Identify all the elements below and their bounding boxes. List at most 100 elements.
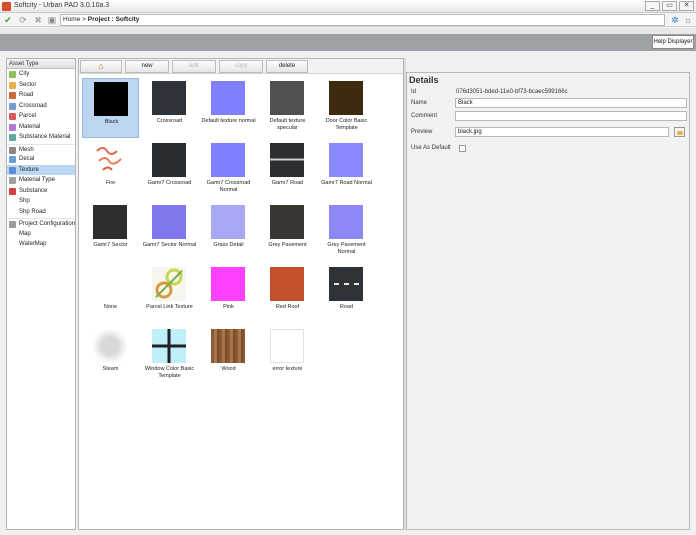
texture-label: Wood: [221, 366, 236, 372]
settings-icon[interactable]: ✲: [670, 15, 680, 25]
sidebar-item-decal[interactable]: Decal: [7, 154, 75, 165]
texture-label: Black: [104, 119, 119, 125]
texture-tile[interactable]: error texture: [259, 326, 316, 386]
breadcrumb: Home > Project : Softcity: [60, 14, 665, 26]
texture-thumbnail: [152, 205, 186, 239]
sidebar-item-parcel[interactable]: Parcel: [7, 111, 75, 122]
copy-button[interactable]: copy: [219, 60, 263, 73]
decal-icon: [9, 156, 16, 163]
sidebar-item-crossroad[interactable]: Crossroad: [7, 101, 75, 112]
sidebar-item-material[interactable]: Material: [7, 122, 75, 133]
texture-tile[interactable]: Gamr7 Sector: [82, 202, 139, 262]
crossroad-icon: [9, 102, 16, 110]
use-as-default-checkbox[interactable]: [459, 145, 466, 152]
texture-thumbnail: [211, 143, 245, 177]
sidebar-item-mesh[interactable]: Mesh: [7, 143, 75, 155]
texture-thumbnail: [211, 267, 245, 301]
sidebar-item-city[interactable]: City: [7, 69, 75, 80]
texture-label: Crossroad: [156, 118, 183, 124]
texture-tile[interactable]: Gamr7 Crossroad: [141, 140, 198, 200]
sidebar-item-shp[interactable]: Shp: [7, 196, 75, 207]
texture-tile[interactable]: Parcel Link Texture: [141, 264, 198, 324]
breadcrumb-home[interactable]: Home: [63, 16, 80, 23]
texture-tile[interactable]: Window Color Basic Template: [141, 326, 198, 386]
refresh-icon[interactable]: ⟳: [18, 15, 28, 25]
new-button[interactable]: new: [125, 60, 169, 73]
home-button[interactable]: ⌂: [80, 60, 122, 73]
texture-label: Grey Pavement: [268, 242, 307, 248]
close-button[interactable]: ✕: [679, 1, 694, 11]
texture-label: Pink: [223, 304, 234, 310]
sidebar-item-substance-material[interactable]: Substance Material: [7, 132, 75, 143]
sidebar-item-substance[interactable]: Substance: [7, 186, 75, 197]
sidebar-item-label: Substance: [19, 187, 48, 194]
texture-thumbnail: [93, 267, 127, 301]
texture-tile[interactable]: Default texture specular: [259, 78, 316, 138]
maximize-button[interactable]: ▭: [662, 1, 677, 11]
texture-tile[interactable]: Grass Detail: [200, 202, 257, 262]
asset-type-panel: Asset Type City Sector Road Crossroad Parcel…: [6, 58, 76, 530]
delete-button[interactable]: delete: [266, 60, 308, 73]
texture-tile[interactable]: Gamr7 Crossroad Normal: [200, 140, 257, 200]
breadcrumb-current: Project : Softcity: [87, 16, 140, 23]
browse-folder-icon[interactable]: [674, 127, 685, 137]
texture-label: Grass Detail: [213, 242, 244, 248]
texture-label: Gamr7 Crossroad: [147, 180, 192, 186]
minimize-button[interactable]: _: [645, 1, 660, 11]
edit-button[interactable]: edit: [172, 60, 216, 73]
texture-tile[interactable]: None: [82, 264, 139, 324]
sidebar-item-material-type[interactable]: Material Type: [7, 175, 75, 186]
save-icon[interactable]: ▣: [47, 15, 57, 25]
help-icon[interactable]: ☼: [683, 15, 693, 25]
sidebar-item-map[interactable]: Map: [7, 229, 75, 240]
comment-label: Comment: [411, 113, 438, 119]
help-displayer-button[interactable]: Help Displayer: [652, 35, 694, 49]
texture-thumbnail: [270, 329, 304, 363]
texture-thumbnail: [152, 267, 186, 301]
checkmark-icon[interactable]: ✔: [3, 15, 13, 25]
material-icon: [9, 123, 16, 131]
texture-tile[interactable]: Default texture normal: [200, 78, 257, 138]
sidebar-item-label: Road: [19, 92, 34, 98]
preview-field[interactable]: black.jpg: [455, 127, 669, 137]
sidebar-item-road[interactable]: Road: [7, 90, 75, 101]
action-bar: ⌂ new edit copy delete: [79, 59, 403, 74]
texture-thumbnail: [329, 205, 363, 239]
sidebar-item-label: City: [19, 71, 30, 77]
comment-field[interactable]: [455, 111, 687, 121]
name-field[interactable]: Black: [455, 98, 687, 108]
texture-tile[interactable]: Red Roof: [259, 264, 316, 324]
texture-tile[interactable]: Wood: [200, 326, 257, 386]
texture-thumbnail: [211, 329, 245, 363]
texture-thumbnail: [93, 329, 127, 363]
sidebar-item-texture[interactable]: Texture: [7, 164, 75, 175]
delete-icon[interactable]: ✖: [33, 15, 43, 25]
texture-tile[interactable]: Gamr7 Sector Normal: [141, 202, 198, 262]
title-bar: Softcity - Urban PAD 3.0.10a.3 _ ▭ ✕: [0, 0, 696, 13]
texture-tile[interactable]: Road: [318, 264, 375, 324]
texture-tile[interactable]: Fire: [82, 140, 139, 200]
sidebar-item-label: Shp Road: [19, 208, 46, 215]
texture-tile[interactable]: Grey Pavement Normal: [318, 202, 375, 262]
texture-tile[interactable]: Pink: [200, 264, 257, 324]
texture-thumbnail: [94, 82, 128, 116]
texture-tile[interactable]: Grey Pavement: [259, 202, 316, 262]
sidebar-item-watermap[interactable]: WaterMap: [7, 239, 75, 250]
sidebar-item-label: Map: [19, 230, 31, 237]
texture-tile[interactable]: Black: [82, 78, 139, 138]
sidebar-item-project-configuration[interactable]: Project Configuration: [7, 218, 75, 229]
toolbar: ✔ ⟳ ✖ ▣ Home > Project : Softcity ✲ ☼: [0, 13, 696, 27]
texture-tile[interactable]: Crossroad: [141, 78, 198, 138]
texture-tile[interactable]: Gamr7 Road: [259, 140, 316, 200]
texture-tile[interactable]: Gamr7 Road Normal: [318, 140, 375, 200]
texture-tile[interactable]: Door Color Basic Template: [318, 78, 375, 138]
sidebar-item-sector[interactable]: Sector: [7, 80, 75, 91]
parcel-icon: [9, 113, 16, 120]
help-bar: [0, 34, 696, 51]
texture-thumbnail: [93, 143, 127, 177]
texture-label: Gamr7 Sector: [93, 242, 128, 248]
id-value: 076d3051-bded-11e0-bf73-bcaec599166c: [456, 89, 568, 95]
texture-tile[interactable]: Steam: [82, 326, 139, 386]
sidebar-item-shp-road[interactable]: Shp Road: [7, 207, 75, 218]
window-title: Softcity - Urban PAD 3.0.10a.3: [14, 2, 110, 9]
